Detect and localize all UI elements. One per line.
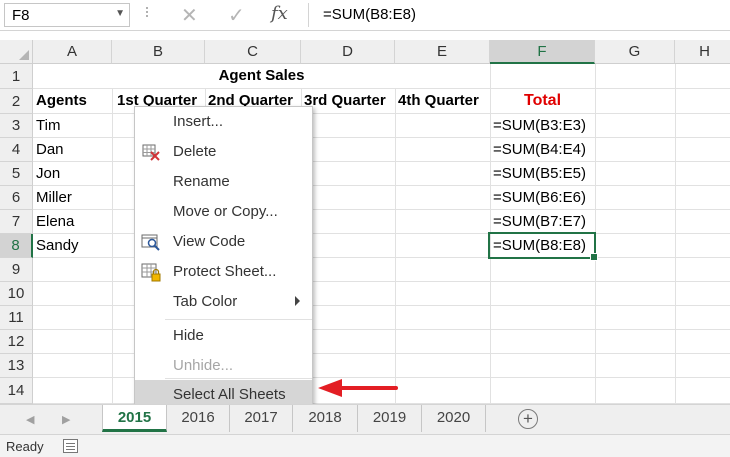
menu-item-rename[interactable]: Rename <box>135 167 312 197</box>
status-bar: Ready <box>0 434 730 457</box>
title-cell[interactable]: Agent Sales <box>33 64 490 88</box>
cancel-icon[interactable]: ✕ <box>181 3 198 28</box>
column-header-e[interactable]: E <box>395 40 490 64</box>
menu-item-move-or-copy[interactable]: Move or Copy... <box>135 197 312 227</box>
menu-item-label: Move or Copy... <box>173 203 278 220</box>
row-header-6[interactable]: 6 <box>0 186 33 210</box>
menu-item-delete[interactable]: Delete <box>135 137 312 167</box>
row-header-10[interactable]: 10 <box>0 282 33 306</box>
header-total[interactable]: Total <box>490 89 595 113</box>
formula-input[interactable]: =SUM(B8:E8) <box>308 3 726 27</box>
total-cell[interactable]: =SUM(B3:E3) <box>493 114 595 138</box>
total-cell[interactable]: =SUM(B5:E5) <box>493 162 595 186</box>
row-header-12[interactable]: 12 <box>0 330 33 354</box>
row-header-4[interactable]: 4 <box>0 138 33 162</box>
submenu-arrow-icon <box>295 296 300 306</box>
sheet-tab-bar: ◀ ▶ 2015 2016 2017 2018 2019 2020 + <box>0 404 730 434</box>
column-header-h[interactable]: H <box>675 40 730 64</box>
total-cell[interactable]: =SUM(B7:E7) <box>493 210 595 234</box>
sheet-tab-context-menu: Insert... Delete Rename Move or Copy... … <box>134 106 313 410</box>
row-header-1[interactable]: 1 <box>0 64 33 89</box>
scroll-tabs-right-icon[interactable]: ▶ <box>62 413 70 426</box>
gridline <box>112 88 113 404</box>
menu-item-tab-color[interactable]: Tab Color <box>135 287 312 317</box>
formula-text: =SUM(B8:E8) <box>323 6 416 23</box>
column-header-a[interactable]: A <box>33 40 112 64</box>
menu-item-view-code[interactable]: View Code <box>135 227 312 257</box>
agent-cell[interactable]: Dan <box>36 138 112 162</box>
menu-item-label: Unhide... <box>173 357 234 374</box>
sheet-tab-2015[interactable]: 2015 <box>102 405 167 432</box>
row-header-13[interactable]: 13 <box>0 354 33 378</box>
formula-bar-area: F8 ▼ ✕ ✓ fx =SUM(B8:E8) <box>0 0 730 31</box>
agent-cell[interactable]: Sandy <box>36 234 112 258</box>
status-text: Ready <box>6 439 44 454</box>
menu-item-label: Tab Color <box>173 293 238 310</box>
row-header-5[interactable]: 5 <box>0 162 33 186</box>
menu-separator <box>165 319 312 320</box>
header-q3[interactable]: 3rd Quarter <box>304 89 395 113</box>
sheet-tab-2020[interactable]: 2020 <box>422 405 486 432</box>
row-header-2[interactable]: 2 <box>0 89 33 114</box>
menu-item-label: Hide <box>173 327 204 344</box>
sheet-tab-2017[interactable]: 2017 <box>230 405 293 432</box>
red-arrow-annotation <box>318 379 398 397</box>
agent-cell[interactable]: Tim <box>36 114 112 138</box>
agent-cell[interactable]: Elena <box>36 210 112 234</box>
column-header-d[interactable]: D <box>301 40 395 64</box>
add-sheet-icon[interactable]: + <box>518 409 538 429</box>
row-header-7[interactable]: 7 <box>0 210 33 234</box>
sheet-tab-2019[interactable]: 2019 <box>358 405 422 432</box>
column-header-f[interactable]: F <box>490 40 595 64</box>
column-header-b[interactable]: B <box>112 40 205 64</box>
menu-separator <box>165 378 312 379</box>
header-q4[interactable]: 4th Quarter <box>398 89 490 113</box>
row-header-11[interactable]: 11 <box>0 306 33 330</box>
insert-function-icon[interactable]: fx <box>271 3 288 24</box>
view-code-icon <box>141 232 161 252</box>
name-box-value: F8 <box>12 7 30 24</box>
menu-item-unhide: Unhide... <box>135 351 312 381</box>
total-cell[interactable]: =SUM(B4:E4) <box>493 138 595 162</box>
column-header-c[interactable]: C <box>205 40 301 64</box>
chevron-down-icon[interactable]: ▼ <box>115 8 125 19</box>
select-all-corner[interactable] <box>0 40 33 64</box>
sheet-tab-2018[interactable]: 2018 <box>293 405 358 432</box>
menu-item-insert[interactable]: Insert... <box>135 107 312 137</box>
menu-item-label: View Code <box>173 233 246 250</box>
menu-item-label: Protect Sheet... <box>173 263 277 280</box>
column-header-g[interactable]: G <box>595 40 675 64</box>
scroll-tabs-left-icon[interactable]: ◀ <box>26 413 34 426</box>
menu-item-protect-sheet[interactable]: Protect Sheet... <box>135 257 312 287</box>
menu-item-label: Delete <box>173 143 217 160</box>
menu-item-label: Select All Sheets <box>173 386 286 403</box>
total-cell[interactable]: =SUM(B6:E6) <box>493 186 595 210</box>
menu-item-label: Rename <box>173 173 230 190</box>
formula-bar-grip <box>146 5 149 25</box>
active-cell-f8[interactable] <box>488 232 598 261</box>
enter-icon[interactable]: ✓ <box>228 3 245 28</box>
macro-record-icon[interactable] <box>63 439 78 453</box>
agent-cell[interactable]: Miller <box>36 186 112 210</box>
row-header-8[interactable]: 8 <box>0 234 33 258</box>
gridline <box>395 88 396 404</box>
name-box[interactable]: F8 ▼ <box>4 3 130 27</box>
delete-sheet-icon <box>141 142 161 162</box>
sheet-tab-2016[interactable]: 2016 <box>167 405 230 432</box>
row-header-9[interactable]: 9 <box>0 258 33 282</box>
row-header-14[interactable]: 14 <box>0 378 33 404</box>
protect-sheet-icon <box>141 262 161 282</box>
agent-cell[interactable]: Jon <box>36 162 112 186</box>
menu-item-hide[interactable]: Hide <box>135 321 312 351</box>
header-agents[interactable]: Agents <box>36 89 112 113</box>
menu-item-label: Insert... <box>173 113 224 130</box>
row-header-3[interactable]: 3 <box>0 114 33 138</box>
